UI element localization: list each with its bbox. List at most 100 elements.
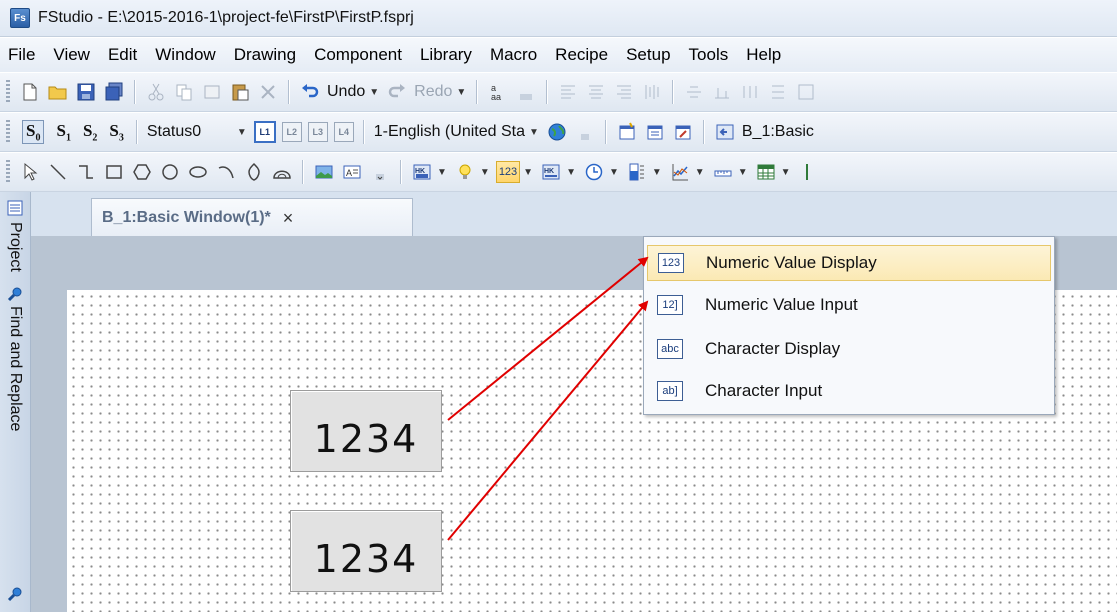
state-2-button[interactable]: S2	[83, 121, 97, 143]
menu-library[interactable]: Library	[412, 45, 482, 65]
distribute-horizontal-icon[interactable]	[740, 82, 760, 102]
polyline-tool-icon[interactable]	[76, 162, 96, 182]
numeric-dropdown-arrow[interactable]: ▼	[523, 167, 533, 178]
status-select[interactable]: Status0	[147, 123, 233, 141]
align-center-icon[interactable]	[586, 82, 606, 102]
menu-macro[interactable]: Macro	[482, 45, 547, 65]
window-select[interactable]: B_1:Basic	[742, 123, 814, 141]
menu-tools[interactable]: Tools	[681, 45, 739, 65]
copy-format-icon[interactable]	[202, 82, 222, 102]
table-icon[interactable]	[756, 162, 776, 182]
scale-icon[interactable]	[713, 162, 733, 182]
project-panel-tab[interactable]: Project	[6, 222, 24, 272]
align-middle-icon[interactable]	[684, 82, 704, 102]
panel-tool-icon[interactable]	[7, 586, 23, 602]
redo-dropdown-arrow[interactable]: ▼	[456, 87, 466, 98]
pointer-icon[interactable]	[20, 162, 40, 182]
find-replace-panel-tab[interactable]: Find and Replace	[6, 306, 24, 431]
font-color-icon[interactable]	[516, 82, 536, 102]
drawing-options-icon[interactable]	[370, 162, 390, 182]
undo-dropdown-arrow[interactable]: ▼	[369, 87, 379, 98]
new-window-icon[interactable]	[617, 122, 637, 142]
keypad-icon[interactable]: HK	[541, 162, 561, 182]
trend-chart-dropdown-arrow[interactable]: ▼	[695, 167, 705, 178]
save-icon[interactable]	[76, 82, 96, 102]
align-top-icon[interactable]	[642, 82, 662, 102]
state-0-button[interactable]: S0	[22, 119, 45, 145]
table-dropdown-arrow[interactable]: ▼	[781, 167, 791, 178]
align-right-icon[interactable]	[614, 82, 634, 102]
menu-recipe[interactable]: Recipe	[547, 45, 618, 65]
copy-icon[interactable]	[174, 82, 194, 102]
undo-icon[interactable]	[300, 82, 320, 102]
ellipse-tool-icon[interactable]	[188, 162, 208, 182]
window-properties-icon[interactable]	[673, 122, 693, 142]
function-key-icon[interactable]: HK	[412, 162, 432, 182]
menu-setup[interactable]: Setup	[618, 45, 680, 65]
numeric-component-button[interactable]: 123	[495, 161, 521, 183]
state-3-button[interactable]: S3	[109, 121, 123, 143]
text-tool-icon[interactable]: A	[342, 162, 362, 182]
function-key-dropdown-arrow[interactable]: ▼	[437, 167, 447, 178]
toolbar-options-icon[interactable]	[575, 122, 595, 142]
align-left-icon[interactable]	[558, 82, 578, 102]
align-bottom-icon[interactable]	[712, 82, 732, 102]
rectangle-tool-icon[interactable]	[104, 162, 124, 182]
project-panel-icon[interactable]	[7, 200, 23, 216]
layer-3-button[interactable]: L3	[307, 122, 328, 142]
find-replace-icon[interactable]	[7, 286, 23, 302]
group-icon[interactable]	[796, 82, 816, 102]
layer-2-button[interactable]: L2	[281, 122, 302, 142]
menu-edit[interactable]: Edit	[100, 45, 147, 65]
delete-icon[interactable]	[258, 82, 278, 102]
scale-dropdown-arrow[interactable]: ▼	[738, 167, 748, 178]
save-all-icon[interactable]	[104, 82, 124, 102]
layer-1-button[interactable]: L1	[253, 121, 276, 143]
numeric-display-object[interactable]: 1234	[290, 390, 442, 472]
lamp-icon[interactable]	[455, 162, 475, 182]
distribute-vertical-icon[interactable]	[768, 82, 788, 102]
circle-tool-icon[interactable]	[160, 162, 180, 182]
menu-window[interactable]: Window	[147, 45, 225, 65]
menu-view[interactable]: View	[45, 45, 100, 65]
paste-icon[interactable]	[230, 82, 250, 102]
menu-item-character-input[interactable]: ab] Character Input	[647, 373, 1051, 409]
line-tool-icon[interactable]	[48, 162, 68, 182]
undo-button[interactable]: Undo	[327, 83, 365, 101]
chord-tool-icon[interactable]	[272, 162, 292, 182]
bar-meter-icon[interactable]	[627, 162, 647, 182]
arc-tool-icon[interactable]	[216, 162, 236, 182]
more-tools-icon[interactable]	[799, 162, 819, 182]
trend-chart-icon[interactable]	[670, 162, 690, 182]
layer-4-button[interactable]: L4	[333, 122, 354, 142]
keypad-dropdown-arrow[interactable]: ▼	[566, 167, 576, 178]
menu-item-numeric-value-display[interactable]: 123 Numeric Value Display	[647, 245, 1051, 281]
open-folder-icon[interactable]	[48, 82, 68, 102]
menu-item-character-display[interactable]: abc Character Display	[647, 331, 1051, 367]
close-tab-icon[interactable]: ×	[283, 208, 294, 229]
menu-help[interactable]: Help	[738, 45, 791, 65]
window-switch-icon[interactable]	[715, 122, 735, 142]
new-file-icon[interactable]	[20, 82, 40, 102]
menu-file[interactable]: File	[0, 45, 45, 65]
lamp-dropdown-arrow[interactable]: ▼	[480, 167, 490, 178]
document-tab[interactable]: B_1:Basic Window(1)* ×	[91, 198, 413, 237]
menu-item-numeric-value-input[interactable]: 12] Numeric Value Input	[647, 287, 1051, 323]
cut-icon[interactable]	[146, 82, 166, 102]
language-select[interactable]: 1-English (United Sta	[374, 123, 525, 141]
bar-meter-dropdown-arrow[interactable]: ▼	[652, 167, 662, 178]
menu-drawing[interactable]: Drawing	[226, 45, 306, 65]
toolbar-grip[interactable]	[6, 80, 10, 104]
window-list-icon[interactable]	[645, 122, 665, 142]
sector-tool-icon[interactable]	[244, 162, 264, 182]
numeric-input-object[interactable]: 1234	[290, 510, 442, 592]
globe-icon[interactable]	[547, 122, 567, 142]
state-1-button[interactable]: S1	[56, 121, 70, 143]
picture-tool-icon[interactable]	[314, 162, 334, 182]
redo-icon[interactable]	[387, 82, 407, 102]
clock-dropdown-arrow[interactable]: ▼	[609, 167, 619, 178]
toolbar-grip[interactable]	[6, 160, 10, 184]
toolbar-grip[interactable]	[6, 120, 10, 144]
menu-component[interactable]: Component	[306, 45, 412, 65]
polygon-tool-icon[interactable]	[132, 162, 152, 182]
